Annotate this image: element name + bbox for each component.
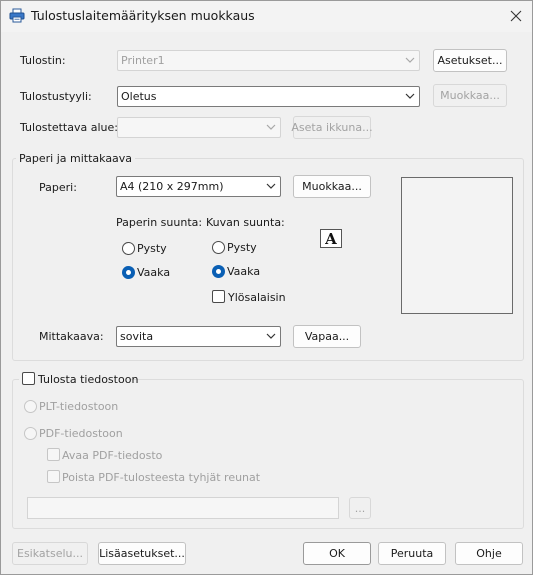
printer-label: Tulostin:	[20, 54, 66, 67]
printer-select[interactable]: Printer1	[117, 50, 420, 71]
print-to-file-checkbox[interactable]	[22, 372, 35, 385]
style-label: Tulostustyyli:	[20, 90, 92, 103]
paper-select[interactable]: A4 (210 x 297mm)	[116, 176, 281, 197]
cancel-button[interactable]: Peruuta	[378, 542, 446, 565]
help-button[interactable]: Ohje	[455, 542, 523, 565]
paper-portrait-radio[interactable]	[122, 242, 135, 255]
paper-edit-button[interactable]: Muokkaa...	[293, 175, 371, 198]
paper-preview	[401, 177, 513, 314]
chevron-down-icon	[266, 124, 276, 130]
style-edit-button[interactable]: Muokkaa...	[433, 84, 507, 107]
paper-scale-group-title: Paperi ja mittakaava	[16, 152, 136, 165]
style-value: Oletus	[121, 90, 157, 103]
paper-landscape-label: Vaaka	[137, 266, 171, 279]
chevron-down-icon	[405, 57, 415, 63]
paper-label: Paperi:	[39, 181, 77, 194]
trim-pdf-label: Poista PDF-tulosteesta tyhjät reunat	[62, 471, 261, 484]
plt-radio[interactable]	[24, 400, 37, 413]
file-path-input[interactable]	[27, 497, 339, 519]
scale-select[interactable]: sovita	[116, 326, 281, 347]
ok-button[interactable]: OK	[303, 542, 371, 565]
pdf-radio[interactable]	[24, 427, 37, 440]
upside-down-checkbox[interactable]	[212, 290, 225, 303]
preview-button[interactable]: Esikatselu...	[12, 542, 88, 565]
upside-down-label: Ylösalaisin	[228, 291, 286, 304]
window-title: Tulostuslaitemäärityksen muokkaus	[31, 8, 255, 23]
chevron-down-icon	[405, 93, 415, 99]
paper-value: A4 (210 x 297mm)	[120, 180, 224, 193]
pdf-label: PDF-tiedostoon	[39, 427, 123, 440]
chevron-down-icon	[266, 333, 276, 339]
image-portrait-label: Pysty	[227, 241, 257, 254]
style-select[interactable]: Oletus	[117, 86, 420, 107]
paper-landscape-radio[interactable]	[122, 266, 135, 279]
print-to-file-label: Tulosta tiedostoon	[38, 373, 139, 386]
scale-free-button[interactable]: Vapaa...	[293, 325, 361, 348]
print-area-label: Tulostettava alue:	[20, 121, 118, 134]
trim-pdf-checkbox[interactable]	[47, 470, 60, 483]
letter-a-icon: A	[320, 229, 342, 248]
image-orientation-title: Kuvan suunta:	[206, 216, 285, 229]
printer-value: Printer1	[121, 54, 165, 67]
scale-value: sovita	[120, 330, 154, 343]
print-area-select[interactable]	[117, 117, 281, 138]
image-portrait-radio[interactable]	[212, 241, 225, 254]
scale-label: Mittakaava:	[39, 330, 104, 343]
image-landscape-radio[interactable]	[212, 265, 225, 278]
browse-button[interactable]: ...	[349, 497, 371, 519]
image-landscape-label: Vaaka	[227, 265, 261, 278]
set-window-button[interactable]: Aseta ikkuna...	[291, 116, 373, 139]
more-settings-button[interactable]: Lisäasetukset...	[98, 542, 186, 565]
paper-portrait-label: Pysty	[137, 242, 167, 255]
open-pdf-checkbox[interactable]	[47, 448, 60, 461]
chevron-down-icon	[266, 183, 276, 189]
open-pdf-label: Avaa PDF-tiedosto	[62, 449, 163, 462]
plt-label: PLT-tiedostoon	[39, 400, 119, 413]
printer-settings-button[interactable]: Asetukset...	[433, 49, 507, 72]
paper-orientation-title: Paperin suunta:	[116, 216, 203, 229]
close-icon[interactable]	[502, 3, 530, 29]
printer-icon	[9, 8, 25, 23]
